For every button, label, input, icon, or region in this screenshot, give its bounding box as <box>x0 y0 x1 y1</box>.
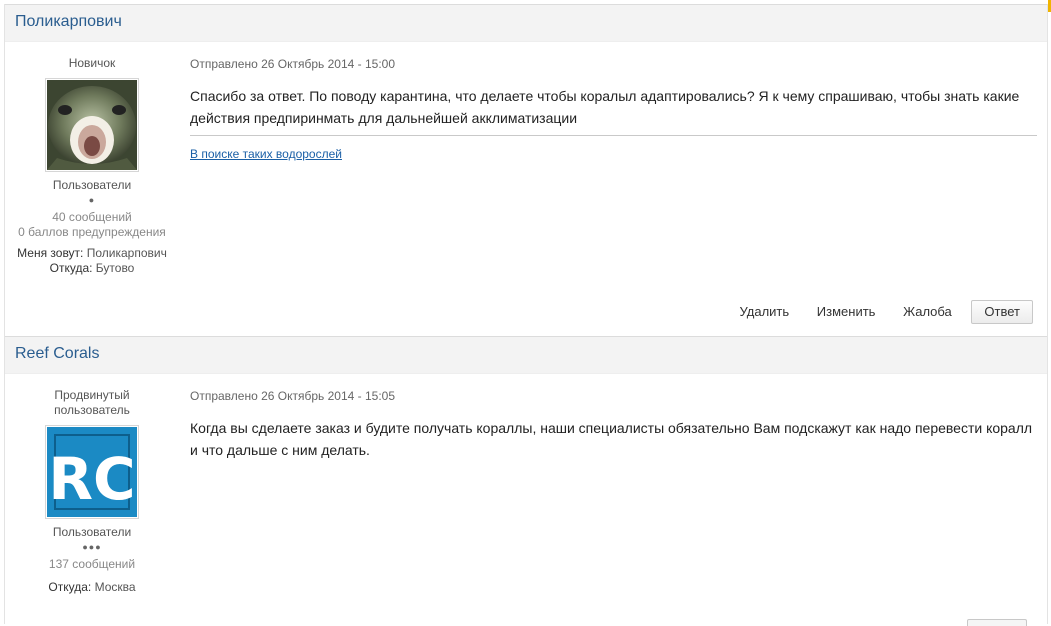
warning-points: 0 баллов предупреждения <box>18 225 166 239</box>
field-location-value: Бутово <box>95 261 135 275</box>
post-list: Поликарпович Новичок Пользователи ● 40 с… <box>4 4 1048 626</box>
field-location-value: Москва <box>94 580 136 594</box>
signature-link[interactable]: В поиске таких водорослей <box>190 147 342 161</box>
rc-logo-image: RC <box>47 427 137 517</box>
signature-divider <box>190 135 1037 136</box>
member-group: Пользователи <box>52 178 132 192</box>
post: Поликарпович Новичок Пользователи ● 40 с… <box>5 4 1047 336</box>
reply-button-partial[interactable] <box>967 619 1027 626</box>
author-info: Продвинутый пользователь RC Пользователи… <box>5 374 179 595</box>
reputation-pips: ●●● <box>82 542 102 552</box>
post-date: Отправлено 26 Октябрь 2014 - 15:05 <box>190 389 396 403</box>
avatar[interactable]: RC <box>45 425 139 519</box>
post-actions: Удалить Изменить Жалоба Ответ <box>716 300 1033 324</box>
author-info: Новичок Пользователи ● 40 сообщений 0 ба… <box>5 42 179 276</box>
post-author-name[interactable]: Поликарпович <box>5 5 1047 42</box>
post-text: Спасибо за ответ. По поводу карантина, ч… <box>190 88 1020 126</box>
profile-fields: Откуда: Москва <box>5 580 179 595</box>
post-text: Когда вы сделаете заказ и будите получат… <box>190 420 1033 458</box>
avatar[interactable] <box>45 78 139 172</box>
post-content: Отправлено 26 Октябрь 2014 - 15:05 Когда… <box>190 374 1037 461</box>
edit-button[interactable]: Изменить <box>817 304 876 319</box>
post-body: Новичок Пользователи ● 40 сообщений 0 ба… <box>5 42 1047 336</box>
field-name-value: Поликарпович <box>86 246 167 260</box>
post-author-name[interactable]: Reef Corals <box>5 337 1047 374</box>
report-button[interactable]: Жалоба <box>903 304 952 319</box>
delete-button[interactable]: Удалить <box>740 304 790 319</box>
member-rank: Продвинутый пользователь <box>54 388 130 417</box>
profile-fields: Меня зовут: Поликарпович Откуда: Бутово <box>5 246 179 276</box>
fish-avatar-image <box>47 80 137 170</box>
rc-logo-text: RC <box>48 445 135 513</box>
post-body: Продвинутый пользователь RC Пользователи… <box>5 374 1047 626</box>
reputation-pips: ● <box>88 195 96 205</box>
post-content: Отправлено 26 Октябрь 2014 - 15:00 Спаси… <box>190 42 1037 163</box>
post-date: Отправлено 26 Октябрь 2014 - 15:00 <box>190 57 396 71</box>
field-location-label: Откуда: <box>49 261 93 275</box>
post-count: 137 сообщений <box>48 557 136 571</box>
member-rank: Новичок <box>68 56 116 70</box>
member-group: Пользователи <box>52 525 132 539</box>
field-name-label: Меня зовут: <box>17 246 84 260</box>
post-count: 40 сообщений <box>52 210 132 224</box>
post: Reef Corals Продвинутый пользователь RC … <box>5 336 1047 626</box>
reply-button[interactable]: Ответ <box>971 300 1033 324</box>
field-location-label: Откуда: <box>48 580 92 594</box>
